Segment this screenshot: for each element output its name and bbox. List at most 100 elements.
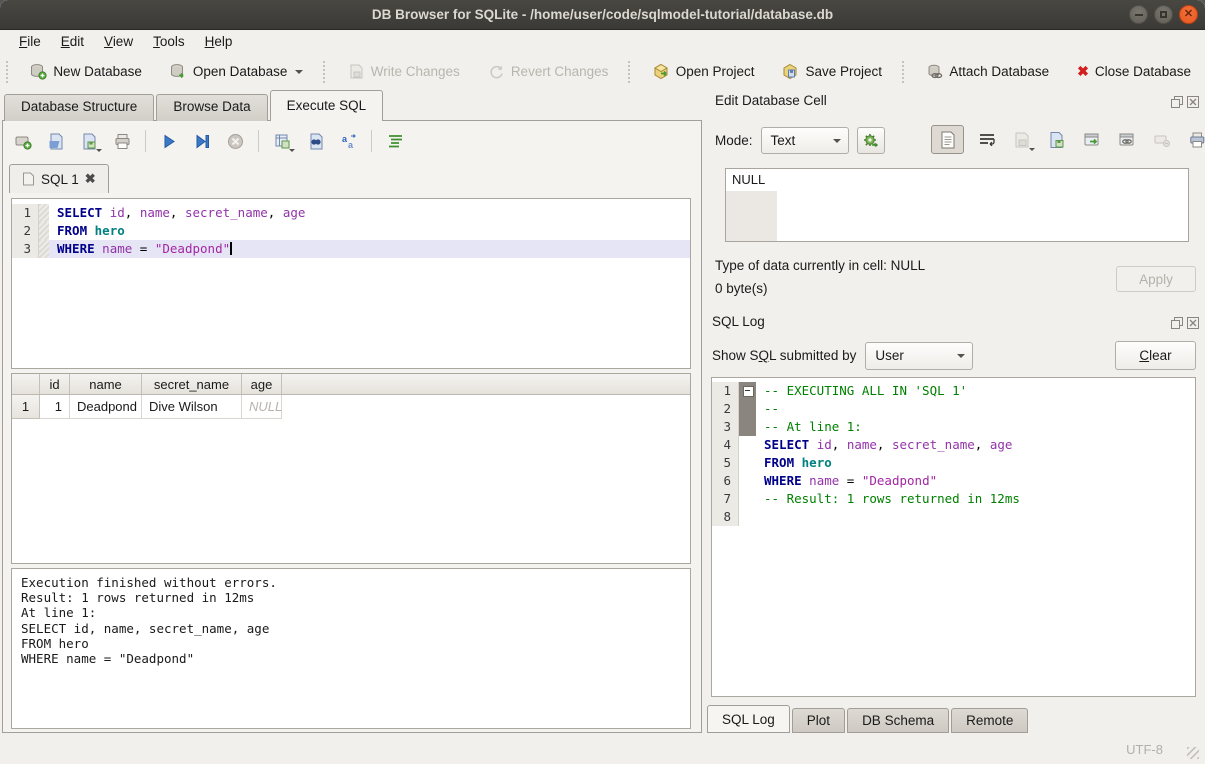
- sql-log-dock-buttons: [1170, 316, 1199, 329]
- open-sql-file-button[interactable]: [44, 129, 68, 153]
- attach-database-button[interactable]: Attach Database: [918, 58, 1057, 85]
- tab-database-structure[interactable]: Database Structure: [4, 94, 154, 121]
- find-button[interactable]: [303, 129, 327, 153]
- new-sql-tab-button[interactable]: [11, 129, 35, 153]
- resize-grip[interactable]: [1187, 747, 1199, 759]
- float-dock-icon[interactable]: [1170, 316, 1183, 329]
- column-header-secret-name[interactable]: secret_name: [142, 374, 242, 394]
- export-dropdown-caret[interactable]: [289, 149, 295, 152]
- export-results-button[interactable]: [270, 129, 294, 153]
- code-line: 2--: [712, 400, 1195, 418]
- tab-remote[interactable]: Remote: [951, 708, 1028, 733]
- new-database-button[interactable]: New Database: [22, 58, 150, 85]
- mode-select[interactable]: Text: [761, 127, 849, 154]
- execute-all-button[interactable]: [157, 129, 181, 153]
- code-line: 4SELECT id, name, secret_name, age: [712, 436, 1195, 454]
- tab-browse-data[interactable]: Browse Data: [156, 94, 267, 121]
- open-database-dropdown-caret[interactable]: [295, 70, 303, 74]
- open-database-button[interactable]: Open Database: [162, 58, 312, 85]
- tab-execute-sql[interactable]: Execute SQL: [270, 90, 384, 121]
- tab-sql-log[interactable]: SQL Log: [707, 705, 790, 733]
- column-header-name[interactable]: name: [70, 374, 142, 394]
- corner-header-cell[interactable]: [12, 374, 40, 394]
- title-bar[interactable]: DB Browser for SQLite - /home/user/code/…: [0, 0, 1205, 30]
- find-replace-button[interactable]: aa: [336, 129, 360, 153]
- minimize-button[interactable]: [1129, 5, 1148, 24]
- code-token: =: [839, 473, 862, 488]
- execution-message-box[interactable]: Execution finished without errors.Result…: [11, 568, 691, 729]
- menu-file[interactable]: File: [10, 32, 50, 51]
- row-header[interactable]: 1: [12, 395, 40, 419]
- open-in-external-button[interactable]: [1080, 128, 1104, 152]
- export-cell-data-button[interactable]: [1045, 128, 1069, 152]
- cell-secret-name[interactable]: Dive Wilson: [142, 395, 242, 419]
- show-sql-label: Show SQL submitted by: [712, 348, 856, 363]
- code-token: [794, 455, 802, 470]
- message-line: WHERE name = "Deadpond": [21, 651, 681, 666]
- tab-database-structure-label: Database Structure: [21, 99, 137, 114]
- sql-editor[interactable]: 1SELECT id, name, secret_name, age2FROM …: [11, 198, 691, 369]
- sql-log-view[interactable]: 1-- EXECUTING ALL IN 'SQL 1'2--3-- At li…: [711, 377, 1196, 697]
- clear-label-rest: lear: [1149, 348, 1172, 363]
- menu-tools[interactable]: Tools: [144, 32, 194, 51]
- code-token: ,: [268, 205, 283, 220]
- format-sql-button[interactable]: [383, 129, 407, 153]
- cell-name[interactable]: Deadpond: [70, 395, 142, 419]
- code-token: WHERE: [57, 241, 95, 256]
- cell-age[interactable]: NULL: [242, 395, 282, 419]
- save-sql-dropdown-caret[interactable]: [96, 149, 102, 152]
- maximize-button[interactable]: [1154, 5, 1173, 24]
- tab-plot[interactable]: Plot: [792, 708, 845, 733]
- open-database-icon: [170, 63, 187, 80]
- sql-tab-close-icon[interactable]: ✖: [85, 171, 96, 187]
- cell-id[interactable]: 1: [40, 395, 70, 419]
- column-header-age[interactable]: age: [242, 374, 282, 394]
- menu-help[interactable]: Help: [196, 32, 242, 51]
- open-project-label: Open Project: [676, 64, 755, 79]
- close-dock-icon[interactable]: [1186, 316, 1199, 329]
- tab-db-schema[interactable]: DB Schema: [847, 708, 949, 733]
- line-number: 5: [712, 454, 739, 472]
- copy-link-button[interactable]: [1115, 128, 1139, 152]
- fold-collapse-icon[interactable]: [739, 382, 756, 400]
- code-text: -- At line 1:: [756, 418, 1195, 436]
- toolbar-separator: [145, 130, 146, 152]
- code-token: SELECT: [57, 205, 102, 220]
- sql-tab-1[interactable]: SQL 1 ✖: [9, 164, 109, 193]
- set-null-button: [1150, 128, 1174, 152]
- clear-button[interactable]: Clear: [1115, 341, 1196, 370]
- print-cell-button[interactable]: [1185, 128, 1205, 152]
- code-token: =: [132, 241, 155, 256]
- code-token: -- EXECUTING ALL IN 'SQL 1': [764, 383, 967, 398]
- show-sql-label-pre: Show S: [712, 348, 759, 363]
- word-wrap-button[interactable]: [975, 128, 999, 152]
- code-token: id: [817, 437, 832, 452]
- main-toolbar: New Database Open Database Write Changes…: [0, 53, 1205, 90]
- menu-edit-label: E: [61, 34, 70, 49]
- toolbar-grip[interactable]: [6, 61, 12, 83]
- tab-db-schema-label: DB Schema: [862, 713, 934, 728]
- text-mode-button[interactable]: [931, 125, 964, 154]
- print-button[interactable]: [110, 129, 134, 153]
- message-line: At line 1:: [21, 605, 681, 620]
- close-button[interactable]: ✕: [1179, 5, 1198, 24]
- close-database-button[interactable]: ✖ Close Database: [1069, 58, 1199, 85]
- revert-changes-icon: [488, 63, 505, 80]
- save-sql-file-button[interactable]: [77, 129, 101, 153]
- message-line: Result: 1 rows returned in 12ms: [21, 590, 681, 605]
- cell-size-info: 0 byte(s): [715, 281, 768, 296]
- float-dock-icon[interactable]: [1170, 95, 1183, 108]
- column-header-id[interactable]: id: [40, 374, 70, 394]
- submitted-by-select[interactable]: User: [865, 342, 973, 370]
- menu-tools-label-rest: ools: [160, 34, 185, 49]
- save-project-button[interactable]: Save Project: [774, 58, 890, 85]
- close-dock-icon[interactable]: [1186, 95, 1199, 108]
- menu-edit[interactable]: Edit: [52, 32, 93, 51]
- open-project-button[interactable]: Open Project: [645, 58, 763, 85]
- line-number: 2: [12, 222, 39, 240]
- menu-view[interactable]: View: [95, 32, 142, 51]
- auto-switch-mode-button[interactable]: [857, 127, 885, 154]
- code-line: 3-- At line 1:: [712, 418, 1195, 436]
- execute-current-line-button[interactable]: [190, 129, 214, 153]
- cell-value-editor[interactable]: NULL: [725, 168, 1189, 242]
